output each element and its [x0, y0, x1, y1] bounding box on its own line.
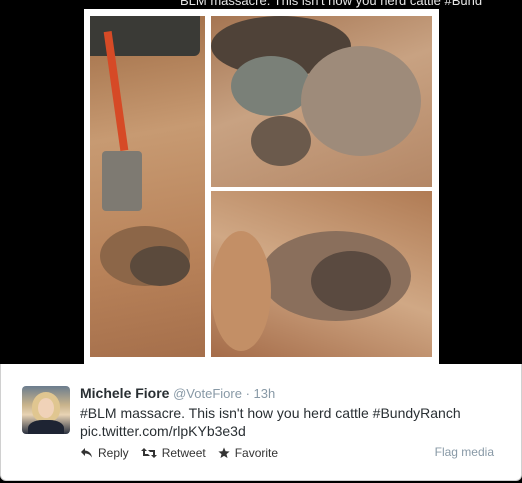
separator-dot: · — [245, 386, 250, 401]
favorite-label: Favorite — [234, 446, 279, 460]
favorite-button[interactable]: Favorite — [218, 446, 278, 460]
flag-media-link[interactable]: Flag media — [435, 445, 494, 459]
carcass-photo-top — [211, 16, 432, 187]
background-tweet-text: BLM massacre. This isn't how you herd ca… — [180, 0, 483, 8]
media-viewer: BLM massacre. This isn't how you herd ca… — [0, 0, 522, 364]
tweet-actions: Reply Retweet Favorite — [80, 446, 278, 460]
tweet-card: Michele Fiore @VoteFiore · 13h #BLM mass… — [0, 364, 522, 481]
photo-collage[interactable] — [84, 9, 439, 364]
star-icon — [218, 447, 230, 459]
reply-label: Reply — [98, 446, 129, 460]
reply-button[interactable]: Reply — [80, 446, 129, 460]
retweet-button[interactable]: Retweet — [140, 446, 206, 460]
tweet-text: #BLM massacre. This isn't how you herd c… — [80, 404, 500, 440]
pic-link[interactable]: pic.twitter.com/rlpKYb3e3d — [80, 422, 500, 440]
retweet-label: Retweet — [161, 446, 206, 460]
timestamp[interactable]: 13h — [254, 386, 276, 401]
reply-icon — [80, 447, 93, 459]
excavator-photo — [90, 16, 205, 357]
author-name[interactable]: Michele Fiore — [80, 385, 169, 401]
author-handle[interactable]: @VoteFiore — [173, 386, 242, 401]
avatar[interactable] — [22, 386, 70, 434]
tweet-header: Michele Fiore @VoteFiore · 13h — [80, 385, 275, 401]
carcass-photo-bottom — [211, 191, 432, 357]
tweet-text-line: #BLM massacre. This isn't how you herd c… — [80, 405, 461, 421]
retweet-icon — [140, 447, 157, 459]
